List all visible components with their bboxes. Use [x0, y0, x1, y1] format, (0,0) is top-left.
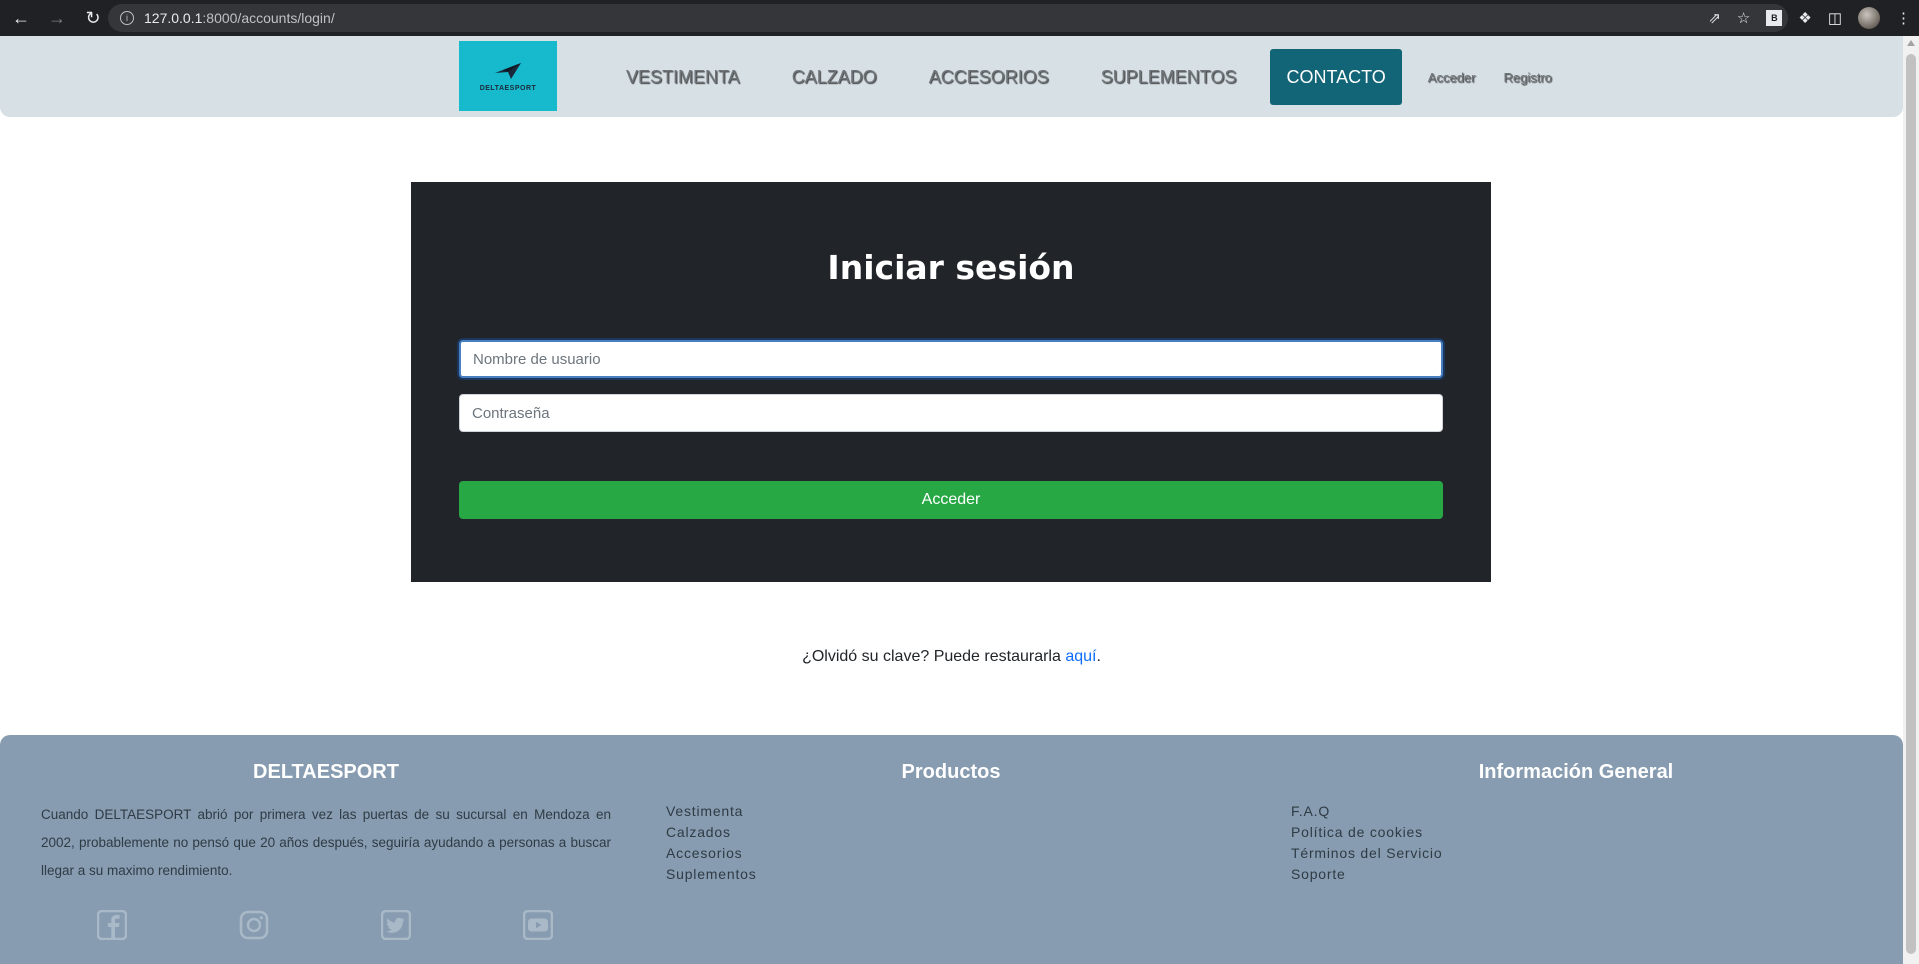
footer-link-terms[interactable]: Términos del Servicio: [1291, 843, 1442, 864]
footer-link-suplementos[interactable]: Suplementos: [666, 864, 757, 885]
menu-kebab-icon[interactable]: ⋮: [1896, 9, 1911, 27]
login-title: Iniciar sesión: [827, 248, 1075, 287]
footer-brand-title: DELTAESPORT: [253, 761, 399, 783]
forgot-password-link[interactable]: aquí: [1065, 648, 1096, 665]
profile-avatar[interactable]: [1858, 7, 1880, 29]
extensions-puzzle-icon[interactable]: ❖: [1798, 9, 1811, 27]
youtube-icon[interactable]: [522, 909, 554, 941]
footer-brand-description: Cuando DELTAESPORT abrió por primera vez…: [41, 807, 611, 878]
site-info-icon[interactable]: i: [120, 11, 134, 25]
footer-link-cookies[interactable]: Política de cookies: [1291, 822, 1442, 843]
nav-contacto[interactable]: CONTACTO: [1270, 49, 1402, 105]
forgot-suffix: .: [1096, 648, 1101, 665]
forgot-password-text: ¿Olvidó su clave? Puede restaurarla aquí…: [0, 648, 1903, 666]
browser-chrome: ← → ↻ i 127.0.0.1:8000/accounts/login/ ⇗…: [0, 0, 1919, 36]
footer-link-calzados[interactable]: Calzados: [666, 822, 757, 843]
scrollbar-thumb[interactable]: [1906, 54, 1916, 954]
footer-products-title: Productos: [901, 761, 1001, 783]
nav-calzado[interactable]: CALZADO: [766, 67, 903, 88]
footer-info-title: Información General: [1478, 761, 1674, 783]
scroll-up-icon[interactable]: [1907, 40, 1915, 46]
nav-acceder[interactable]: Acceder: [1414, 70, 1490, 85]
instagram-icon[interactable]: [238, 909, 270, 941]
top-navbar: DELTAESPORT VESTIMENTA CALZADO ACCESORIO…: [0, 36, 1903, 117]
footer-link-support[interactable]: Soporte: [1291, 864, 1442, 885]
login-submit-button[interactable]: Acceder: [459, 481, 1443, 519]
footer-link-vestimenta[interactable]: Vestimenta: [666, 801, 757, 822]
footer-link-faq[interactable]: F.A.Q: [1291, 801, 1442, 822]
nav-accesorios[interactable]: ACCESORIOS: [903, 67, 1075, 88]
footer-info-list: F.A.Q Política de cookies Términos del S…: [1291, 801, 1442, 885]
reload-icon[interactable]: ↻: [78, 3, 108, 33]
nav-vestimenta[interactable]: VESTIMENTA: [600, 67, 766, 88]
logo-mark-icon: [495, 62, 521, 79]
twitter-icon[interactable]: [380, 909, 412, 941]
page: DELTAESPORT VESTIMENTA CALZADO ACCESORIO…: [0, 36, 1903, 964]
footer-link-accesorios[interactable]: Accesorios: [666, 843, 757, 864]
footer-products-list: Vestimenta Calzados Accesorios Suplement…: [666, 801, 757, 885]
login-card: Iniciar sesión Acceder: [411, 182, 1491, 582]
facebook-icon[interactable]: [96, 909, 128, 941]
nav-links: VESTIMENTA CALZADO ACCESORIOS SUPLEMENTO…: [600, 49, 1566, 105]
bookmark-star-icon[interactable]: ☆: [1737, 9, 1750, 27]
brand-logo[interactable]: DELTAESPORT: [459, 41, 557, 111]
browser-actions: ⇗ ☆ B ❖ ◫ ⋮: [1708, 4, 1911, 32]
extension-b-icon[interactable]: B: [1766, 10, 1783, 26]
forward-icon[interactable]: →: [42, 3, 72, 33]
side-panel-icon[interactable]: ◫: [1828, 9, 1842, 27]
logo-text: DELTAESPORT: [479, 84, 537, 92]
address-bar[interactable]: i 127.0.0.1:8000/accounts/login/: [108, 4, 1788, 32]
footer: DELTAESPORT Cuando DELTAESPORT abrió por…: [0, 735, 1903, 964]
back-icon[interactable]: ←: [6, 3, 36, 33]
forgot-text: ¿Olvidó su clave? Puede restaurarla: [802, 648, 1066, 665]
url-path: :8000/accounts/login/: [202, 10, 335, 26]
page-scrollbar[interactable]: [1903, 36, 1919, 964]
nav-suplementos[interactable]: SUPLEMENTOS: [1075, 67, 1263, 88]
nav-registro[interactable]: Registro: [1490, 70, 1566, 85]
password-input[interactable]: [459, 394, 1443, 432]
url-host: 127.0.0.1: [144, 10, 203, 26]
username-input[interactable]: [459, 340, 1443, 378]
share-icon[interactable]: ⇗: [1708, 9, 1721, 27]
